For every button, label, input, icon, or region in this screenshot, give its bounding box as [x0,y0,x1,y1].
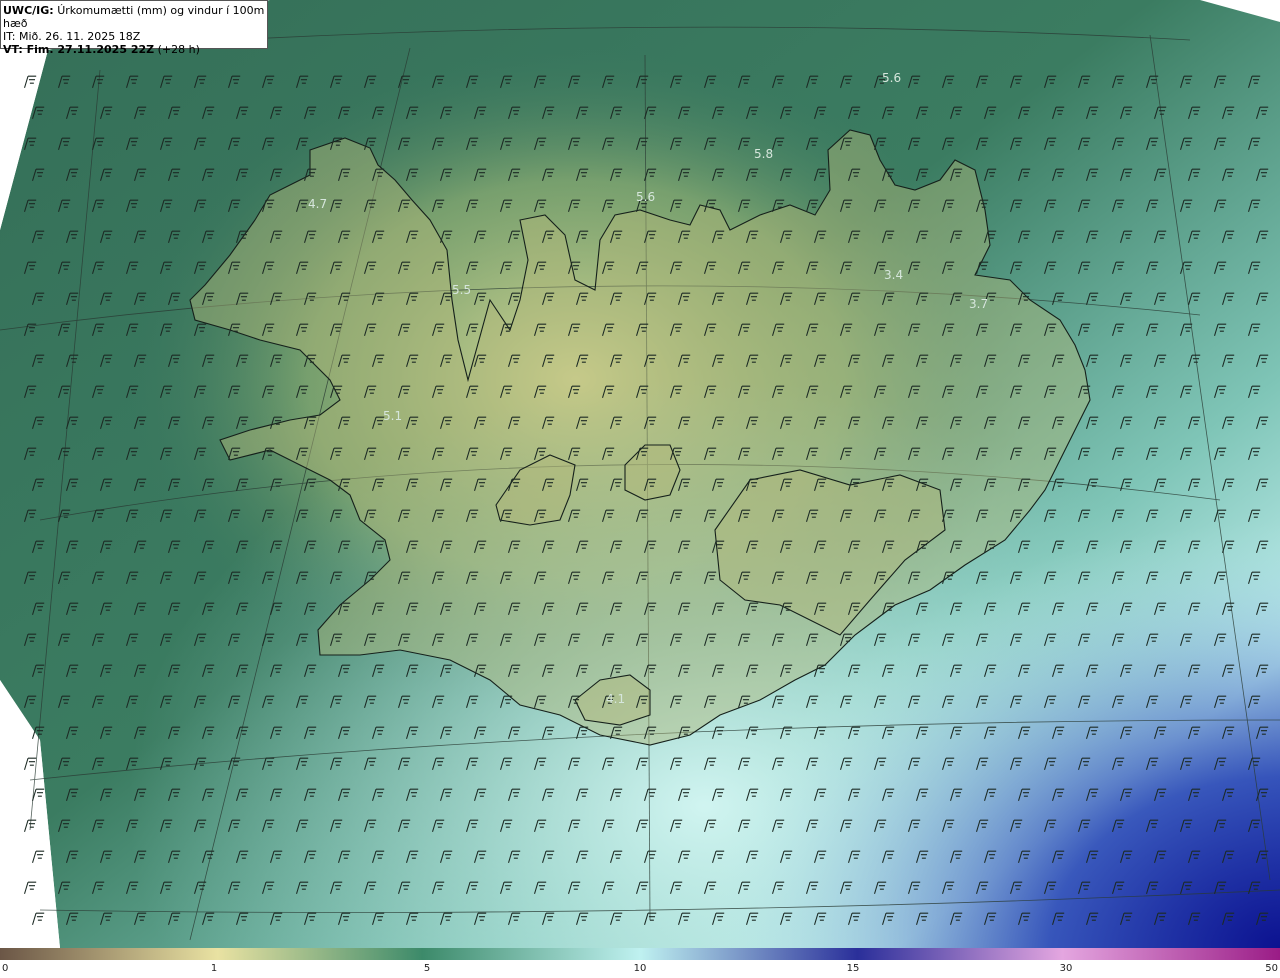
colorbar-tick: 15 [846,963,860,974]
value-label: 3.4 [884,268,903,282]
value-label: 5.6 [636,190,655,204]
lead-time: (+28 h) [157,43,200,56]
colorbar-ramp [0,948,1280,960]
value-label: 5.5 [452,283,471,297]
valid-time: VT: Fim. 27.11.2025 22Z [3,43,155,56]
product-title: UWC/IG: Úrkomumætti (mm) og vindur í 100… [3,4,267,30]
init-time: IT: Mið. 26. 11. 2025 18Z [3,30,141,43]
value-label: 5.8 [754,147,773,161]
colorbar [0,948,1280,960]
model-name: UWC/IG: [3,4,54,17]
value-label: 4.7 [308,197,327,211]
colorbar-tick: 10 [633,963,647,974]
map-header: UWC/IG: Úrkomumætti (mm) og vindur í 100… [0,0,268,56]
colorbar-tick: 30 [1059,963,1073,974]
precipitable-water-wind-map: 5.6 5.8 4.7 5.6 5.5 3.4 3.7 5.1 4.1 [0,0,1280,948]
value-label: 3.7 [969,297,988,311]
valid-time-row: VT: Fim. 27.11.2025 22Z (+28 h) [3,43,267,56]
value-label: 4.1 [606,692,625,706]
colorbar-tick: 1 [210,963,218,974]
colorbar-tick: 0 [2,963,9,974]
colorbar-ticks: 0 1 5 10 15 30 50 [0,962,1280,978]
value-label: 5.6 [882,71,901,85]
value-label: 5.1 [383,409,402,423]
colorbar-tick: 50 [1265,963,1278,974]
colorbar-tick: 5 [423,963,431,974]
